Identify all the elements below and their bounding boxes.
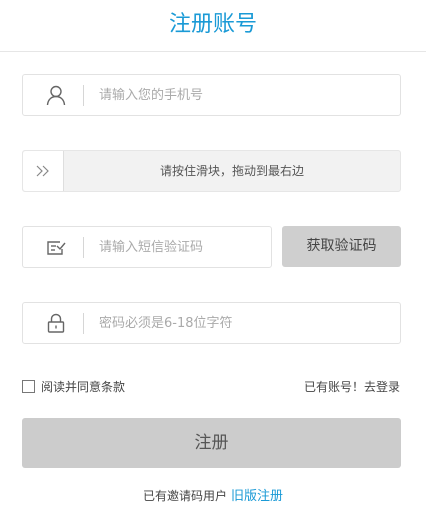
field-separator (83, 85, 84, 106)
lock-icon (45, 312, 67, 334)
sms-code-input[interactable] (99, 227, 269, 267)
slider-handle[interactable] (23, 151, 64, 191)
register-button[interactable]: 注册 (22, 418, 401, 468)
get-code-button[interactable]: 获取验证码 (282, 226, 401, 267)
footer-text: 已有邀请码用户 (142, 489, 227, 503)
phone-field-container[interactable] (22, 74, 401, 116)
page-title: 注册账号 (0, 0, 426, 52)
slide-verification[interactable]: 请按住滑块，拖动到最右边 (22, 150, 401, 192)
old-register-link[interactable]: 旧版注册 (231, 489, 283, 504)
agreement-row[interactable]: 阅读并同意条款 (22, 379, 125, 395)
message-check-icon (45, 236, 67, 258)
password-input[interactable] (99, 303, 379, 343)
footer: 已有邀请码用户 旧版注册 (0, 485, 426, 504)
agreement-label: 阅读并同意条款 (41, 380, 126, 394)
login-link[interactable]: 已有账号！去登录 (304, 379, 400, 395)
phone-input[interactable] (99, 75, 379, 115)
password-field-container[interactable] (22, 302, 401, 344)
user-icon (45, 84, 67, 106)
field-separator (83, 313, 84, 334)
agreement-checkbox[interactable] (22, 380, 35, 393)
sms-field-container[interactable] (22, 226, 272, 268)
slider-instruction: 请按住滑块，拖动到最右边 (159, 164, 304, 178)
field-separator (83, 237, 84, 258)
